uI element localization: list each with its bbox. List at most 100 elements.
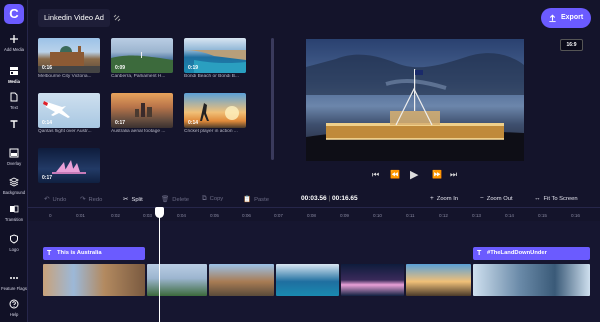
project-title-input[interactable]: Linkedin Video Ad <box>38 9 110 27</box>
paste-button[interactable]: 📋 Paste <box>243 195 269 203</box>
transition-icon <box>10 205 19 213</box>
media-thumbnail-opera-house[interactable]: 0:17 <box>38 148 100 183</box>
split-button[interactable]: ✂ Split <box>123 195 143 203</box>
zoom-in-button[interactable]: + Zoom In <box>430 195 458 202</box>
video-clip[interactable] <box>473 264 590 296</box>
sidebar-item-logo[interactable]: Logo <box>0 234 28 252</box>
media-library: 0:16 Melbourne City Victoria... 0:09 Can… <box>34 36 268 186</box>
sidebar-item-add-media[interactable]: Add Media <box>0 34 28 52</box>
ruler-tick: 0:13 <box>472 213 481 218</box>
export-icon <box>549 14 556 23</box>
media-scrollbar[interactable] <box>271 38 274 160</box>
media-label: Qantas flight over Austr... <box>38 129 92 134</box>
plus-icon <box>10 35 18 43</box>
video-editor-app: C Add Media Media Text Text Overlay Back… <box>0 0 600 322</box>
playhead-handle[interactable] <box>155 207 164 218</box>
undo-button[interactable]: ↶ Undo <box>44 195 66 203</box>
export-button[interactable]: Export <box>541 8 591 28</box>
play-icon[interactable]: ▶ <box>410 168 418 181</box>
app-logo[interactable]: C <box>4 4 24 24</box>
undo-icon: ↶ <box>44 196 50 203</box>
fit-to-screen-button[interactable]: ↔ Fit To Screen <box>534 195 578 202</box>
media-label: Australia aerial footage ... <box>111 129 166 134</box>
media-label: Canberra, Parliament H... <box>111 74 166 79</box>
help-icon <box>9 299 19 309</box>
aspect-ratio-button[interactable]: 16:9 <box>560 39 583 51</box>
ruler-tick: 0:15 <box>538 213 547 218</box>
video-clip[interactable] <box>209 264 274 296</box>
trash-icon: 🗑 <box>161 196 170 203</box>
ruler-tick: 0:07 <box>274 213 283 218</box>
ruler-tick: 0:12 <box>439 213 448 218</box>
ruler-tick: 0:05 <box>210 213 219 218</box>
ruler-tick: 0:03 <box>143 213 152 218</box>
shield-icon <box>10 234 18 244</box>
skip-forward-icon[interactable]: ⏭ <box>450 170 457 180</box>
paste-icon: 📋 <box>243 196 252 203</box>
edit-unlink-icon[interactable] <box>113 14 121 22</box>
preview-frame <box>306 53 524 161</box>
ruler-tick: 0:08 <box>307 213 316 218</box>
sidebar-item-text-tool[interactable]: Text <box>0 119 28 129</box>
rewind-icon[interactable]: ⏪ <box>390 170 400 179</box>
sidebar-item-overlay[interactable]: Overlay <box>0 148 28 166</box>
timeline-ruler[interactable]: 0 0:01 0:02 0:03 0:04 0:05 0:06 0:07 0:0… <box>28 207 600 221</box>
time-display: 00:03.56 | 00:16.65 <box>301 195 358 202</box>
redo-button[interactable]: ↷ Redo <box>80 195 102 203</box>
ruler-tick: 0:04 <box>177 213 186 218</box>
delete-button[interactable]: 🗑 Delete <box>161 195 189 203</box>
media-label: Cricket player in action ... <box>184 129 238 134</box>
sidebar-item-feature-flags[interactable]: Feature Flags <box>0 273 28 291</box>
redo-icon: ↷ <box>80 196 86 203</box>
media-label: Melbourne City Victoria... <box>38 74 92 79</box>
media-thumbnail-cricket[interactable]: 0:14 <box>184 93 246 128</box>
ruler-tick: 0 <box>49 213 52 218</box>
split-icon: ✂ <box>123 196 129 203</box>
media-thumbnail-bondi[interactable]: 0:19 <box>184 38 246 73</box>
more-icon <box>10 277 18 279</box>
video-preview[interactable] <box>306 39 524 161</box>
video-clip[interactable] <box>43 264 145 296</box>
ruler-tick: 0:11 <box>406 213 415 218</box>
left-sidebar: C Add Media Media Text Text Overlay Back… <box>0 0 28 322</box>
video-clip[interactable] <box>341 264 404 296</box>
sidebar-item-media[interactable]: Media <box>0 66 28 84</box>
background-icon <box>9 177 19 187</box>
ruler-tick: 0:01 <box>76 213 85 218</box>
ruler-tick: 0:09 <box>340 213 349 218</box>
text-clip[interactable]: T #TheLandDownUnder <box>473 247 590 260</box>
fit-icon: ↔ <box>534 195 541 202</box>
video-clip[interactable] <box>147 264 207 296</box>
fast-forward-icon[interactable]: ⏩ <box>432 170 442 179</box>
sidebar-item-text[interactable]: Text <box>0 92 28 110</box>
ruler-tick: 0:14 <box>505 213 514 218</box>
media-thumbnail-canberra[interactable]: 0:09 <box>111 38 173 73</box>
document-icon <box>10 92 18 102</box>
zoom-out-icon: − <box>480 195 484 202</box>
text-icon: T <box>47 250 52 257</box>
playback-controls: ⏮ ⏪ ▶ ⏩ ⏭ <box>372 168 462 182</box>
timeline-toolbar: ↶ Undo ↷ Redo ✂ Split 🗑 Delete ⧉ Copy 📋 Paste … <box>28 192 600 206</box>
media-icon <box>10 67 18 75</box>
ruler-tick: 0:02 <box>111 213 120 218</box>
video-clip[interactable] <box>406 264 471 296</box>
skip-back-icon[interactable]: ⏮ <box>372 170 379 180</box>
zoom-in-icon: + <box>430 195 434 202</box>
sidebar-item-help[interactable]: Help <box>0 299 28 317</box>
copy-button[interactable]: ⧉ Copy <box>202 195 223 203</box>
overlay-icon <box>9 148 19 158</box>
media-thumbnail-qantas[interactable]: 0:14 <box>38 93 100 128</box>
sidebar-item-background[interactable]: Background <box>0 177 28 195</box>
ruler-tick: 0:10 <box>373 213 382 218</box>
text-clip[interactable]: T This is Australia <box>43 247 145 260</box>
video-clip[interactable] <box>276 264 339 296</box>
text-icon: T <box>477 250 482 257</box>
media-thumbnail-melbourne[interactable]: 0:16 <box>38 38 100 73</box>
playhead-line <box>159 207 160 322</box>
ruler-tick: 0:06 <box>242 213 251 218</box>
zoom-out-button[interactable]: − Zoom Out <box>480 195 513 202</box>
text-icon <box>10 120 18 128</box>
sidebar-item-transition[interactable]: Transition <box>0 204 28 222</box>
ruler-tick: 0:16 <box>571 213 580 218</box>
media-thumbnail-aerial[interactable]: 0:17 <box>111 93 173 128</box>
